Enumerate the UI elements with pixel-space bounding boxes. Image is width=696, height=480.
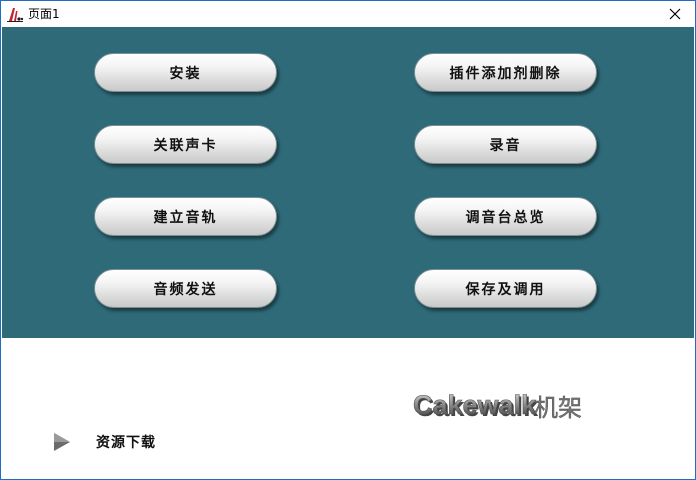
link-soundcard-button[interactable]: 关联声卡 <box>94 125 277 164</box>
link-soundcard-button-label: 关联声卡 <box>153 137 218 154</box>
menu-panel: 安装 插件添加剂删除 关联声卡 录音 建立音轨 调音台总览 音频发送 保存及调用 <box>2 27 694 338</box>
plugin-manage-button-label: 插件添加剂删除 <box>449 65 562 82</box>
download-resources-link[interactable]: 资源下载 <box>50 428 200 456</box>
record-button[interactable]: 录音 <box>414 125 597 164</box>
close-icon <box>669 8 681 20</box>
logo-suffix-text: 机架 <box>534 394 582 422</box>
cakewalk-logo: Cakewalk Cakewalk 机架 <box>413 390 583 423</box>
save-load-button[interactable]: 保存及调用 <box>414 269 597 308</box>
mixer-overview-button[interactable]: 调音台总览 <box>414 197 597 236</box>
download-resources-label: 资源下载 <box>96 435 156 451</box>
cakewalk-app-icon <box>7 8 24 22</box>
logo-brand-text: Cakewalk <box>413 390 537 420</box>
save-load-button-label: 保存及调用 <box>465 281 546 298</box>
install-button-label: 安装 <box>169 65 202 82</box>
audio-send-button[interactable]: 音频发送 <box>94 269 277 308</box>
title-bar: 页面1 <box>1 1 695 27</box>
install-button[interactable]: 安装 <box>94 53 277 92</box>
app-window: 页面1 安装 插件添加剂删除 关联声卡 录音 建立音轨 调音台总览 音频发送 保… <box>0 0 696 480</box>
close-button[interactable] <box>655 1 695 27</box>
bottom-area: Cakewalk Cakewalk 机架 资源下载 <box>2 338 694 479</box>
window-title: 页面1 <box>28 7 60 21</box>
play-arrow-icon <box>54 433 70 451</box>
create-track-button[interactable]: 建立音轨 <box>94 197 277 236</box>
plugin-manage-button[interactable]: 插件添加剂删除 <box>414 53 597 92</box>
record-button-label: 录音 <box>489 137 522 154</box>
create-track-button-label: 建立音轨 <box>153 209 218 226</box>
mixer-overview-button-label: 调音台总览 <box>465 209 546 226</box>
audio-send-button-label: 音频发送 <box>153 281 218 298</box>
